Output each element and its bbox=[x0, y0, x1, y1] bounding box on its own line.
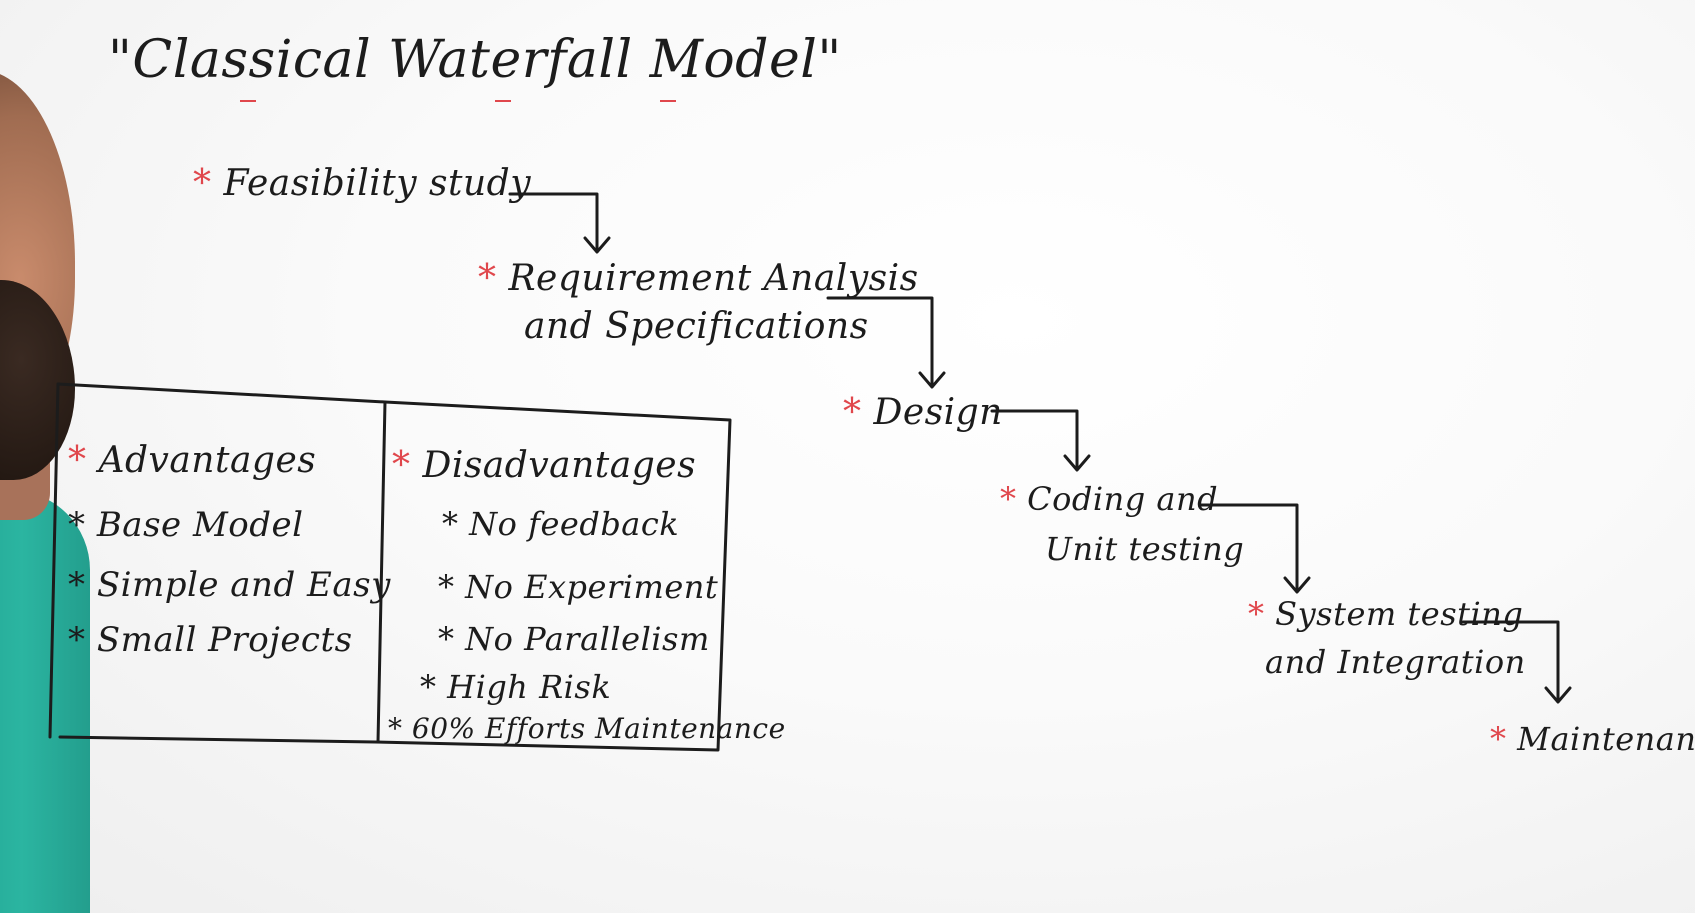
red-asterisk-icon: * bbox=[1000, 480, 1017, 518]
phase-maintenance: * Maintenance bbox=[1490, 720, 1695, 758]
asterisk-icon: * bbox=[68, 620, 86, 660]
advantage-item: * Small Projects bbox=[68, 620, 353, 660]
board-title: "Classical Waterfall Model" bbox=[108, 30, 842, 90]
advantage-item-label: Small Projects bbox=[96, 620, 353, 660]
red-asterisk-icon: * bbox=[478, 258, 497, 299]
arrow-head-1 bbox=[583, 236, 611, 254]
advantage-item: * Simple and Easy bbox=[68, 565, 391, 605]
advantage-item: * Base Model bbox=[68, 505, 304, 545]
arrow-head-4 bbox=[1283, 576, 1311, 594]
arrow-head-5 bbox=[1544, 686, 1572, 704]
presenter-shirt bbox=[0, 490, 90, 913]
phase-label-line1: Requirement Analysis bbox=[508, 258, 919, 299]
phase-label: Maintenance bbox=[1517, 720, 1695, 758]
disadvantage-item: * High Risk bbox=[420, 668, 611, 706]
phase-system-testing: * System testing bbox=[1248, 595, 1523, 633]
phase-label-line2: and Integration bbox=[1265, 643, 1526, 681]
phase-label-line1: System testing bbox=[1275, 595, 1524, 633]
phase-coding-line2: Unit testing bbox=[1045, 530, 1244, 568]
disadvantage-item-label: 60% Efforts Maintenance bbox=[411, 712, 786, 745]
title-underline-1 bbox=[240, 100, 256, 102]
advantages-heading: * Advantages bbox=[68, 440, 316, 481]
title-underline-3 bbox=[660, 100, 676, 102]
red-asterisk-icon: * bbox=[193, 163, 212, 204]
disadvantage-item: * No Experiment bbox=[438, 568, 718, 606]
red-asterisk-icon: * bbox=[843, 392, 862, 433]
phase-label: Design bbox=[873, 392, 1003, 433]
disadvantage-item-label: No Parallelism bbox=[465, 620, 710, 658]
disadvantage-item-label: No feedback bbox=[469, 505, 680, 543]
title-underline-2 bbox=[495, 100, 511, 102]
arrow-head-3 bbox=[1063, 454, 1091, 472]
phase-requirement-analysis-line2: and Specifications bbox=[524, 306, 869, 347]
advantages-heading-label: Advantages bbox=[98, 440, 317, 481]
arrow-connector-3 bbox=[990, 409, 1079, 470]
disadvantages-heading: * Disadvantages bbox=[392, 445, 696, 486]
phase-design: * Design bbox=[843, 392, 1003, 433]
asterisk-icon: * bbox=[438, 568, 455, 606]
asterisk-icon: * bbox=[388, 712, 403, 745]
advantage-item-label: Simple and Easy bbox=[96, 565, 391, 605]
asterisk-icon: * bbox=[420, 668, 437, 706]
red-asterisk-icon: * bbox=[1490, 720, 1507, 758]
asterisk-icon: * bbox=[68, 565, 86, 605]
phase-label: Feasibility study bbox=[223, 163, 532, 204]
asterisk-icon: * bbox=[442, 505, 459, 543]
disadvantage-item-label: High Risk bbox=[447, 668, 612, 706]
phase-system-testing-line2: and Integration bbox=[1265, 643, 1526, 681]
arrow-head-2 bbox=[918, 371, 946, 389]
disadvantage-item: * 60% Efforts Maintenance bbox=[388, 712, 786, 745]
disadvantage-item-label: No Experiment bbox=[465, 568, 719, 606]
phase-label-line1: Coding and bbox=[1027, 480, 1219, 518]
phase-coding: * Coding and bbox=[1000, 480, 1218, 518]
phase-label-line2: Unit testing bbox=[1045, 530, 1245, 568]
disadvantage-item: * No feedback bbox=[442, 505, 679, 543]
whiteboard: "Classical Waterfall Model" * Feasibilit… bbox=[0, 0, 1695, 913]
disadvantage-item: * No Parallelism bbox=[438, 620, 710, 658]
red-asterisk-icon: * bbox=[392, 445, 411, 486]
asterisk-icon: * bbox=[438, 620, 455, 658]
phase-feasibility-study: * Feasibility study bbox=[193, 163, 531, 204]
red-asterisk-icon: * bbox=[68, 440, 87, 481]
disadvantages-heading-label: Disadvantages bbox=[422, 445, 697, 486]
phase-requirement-analysis: * Requirement Analysis bbox=[478, 258, 919, 299]
phase-label-line2: and Specifications bbox=[524, 306, 869, 347]
asterisk-icon: * bbox=[68, 505, 86, 545]
advantage-item-label: Base Model bbox=[96, 505, 304, 545]
red-asterisk-icon: * bbox=[1248, 595, 1265, 633]
